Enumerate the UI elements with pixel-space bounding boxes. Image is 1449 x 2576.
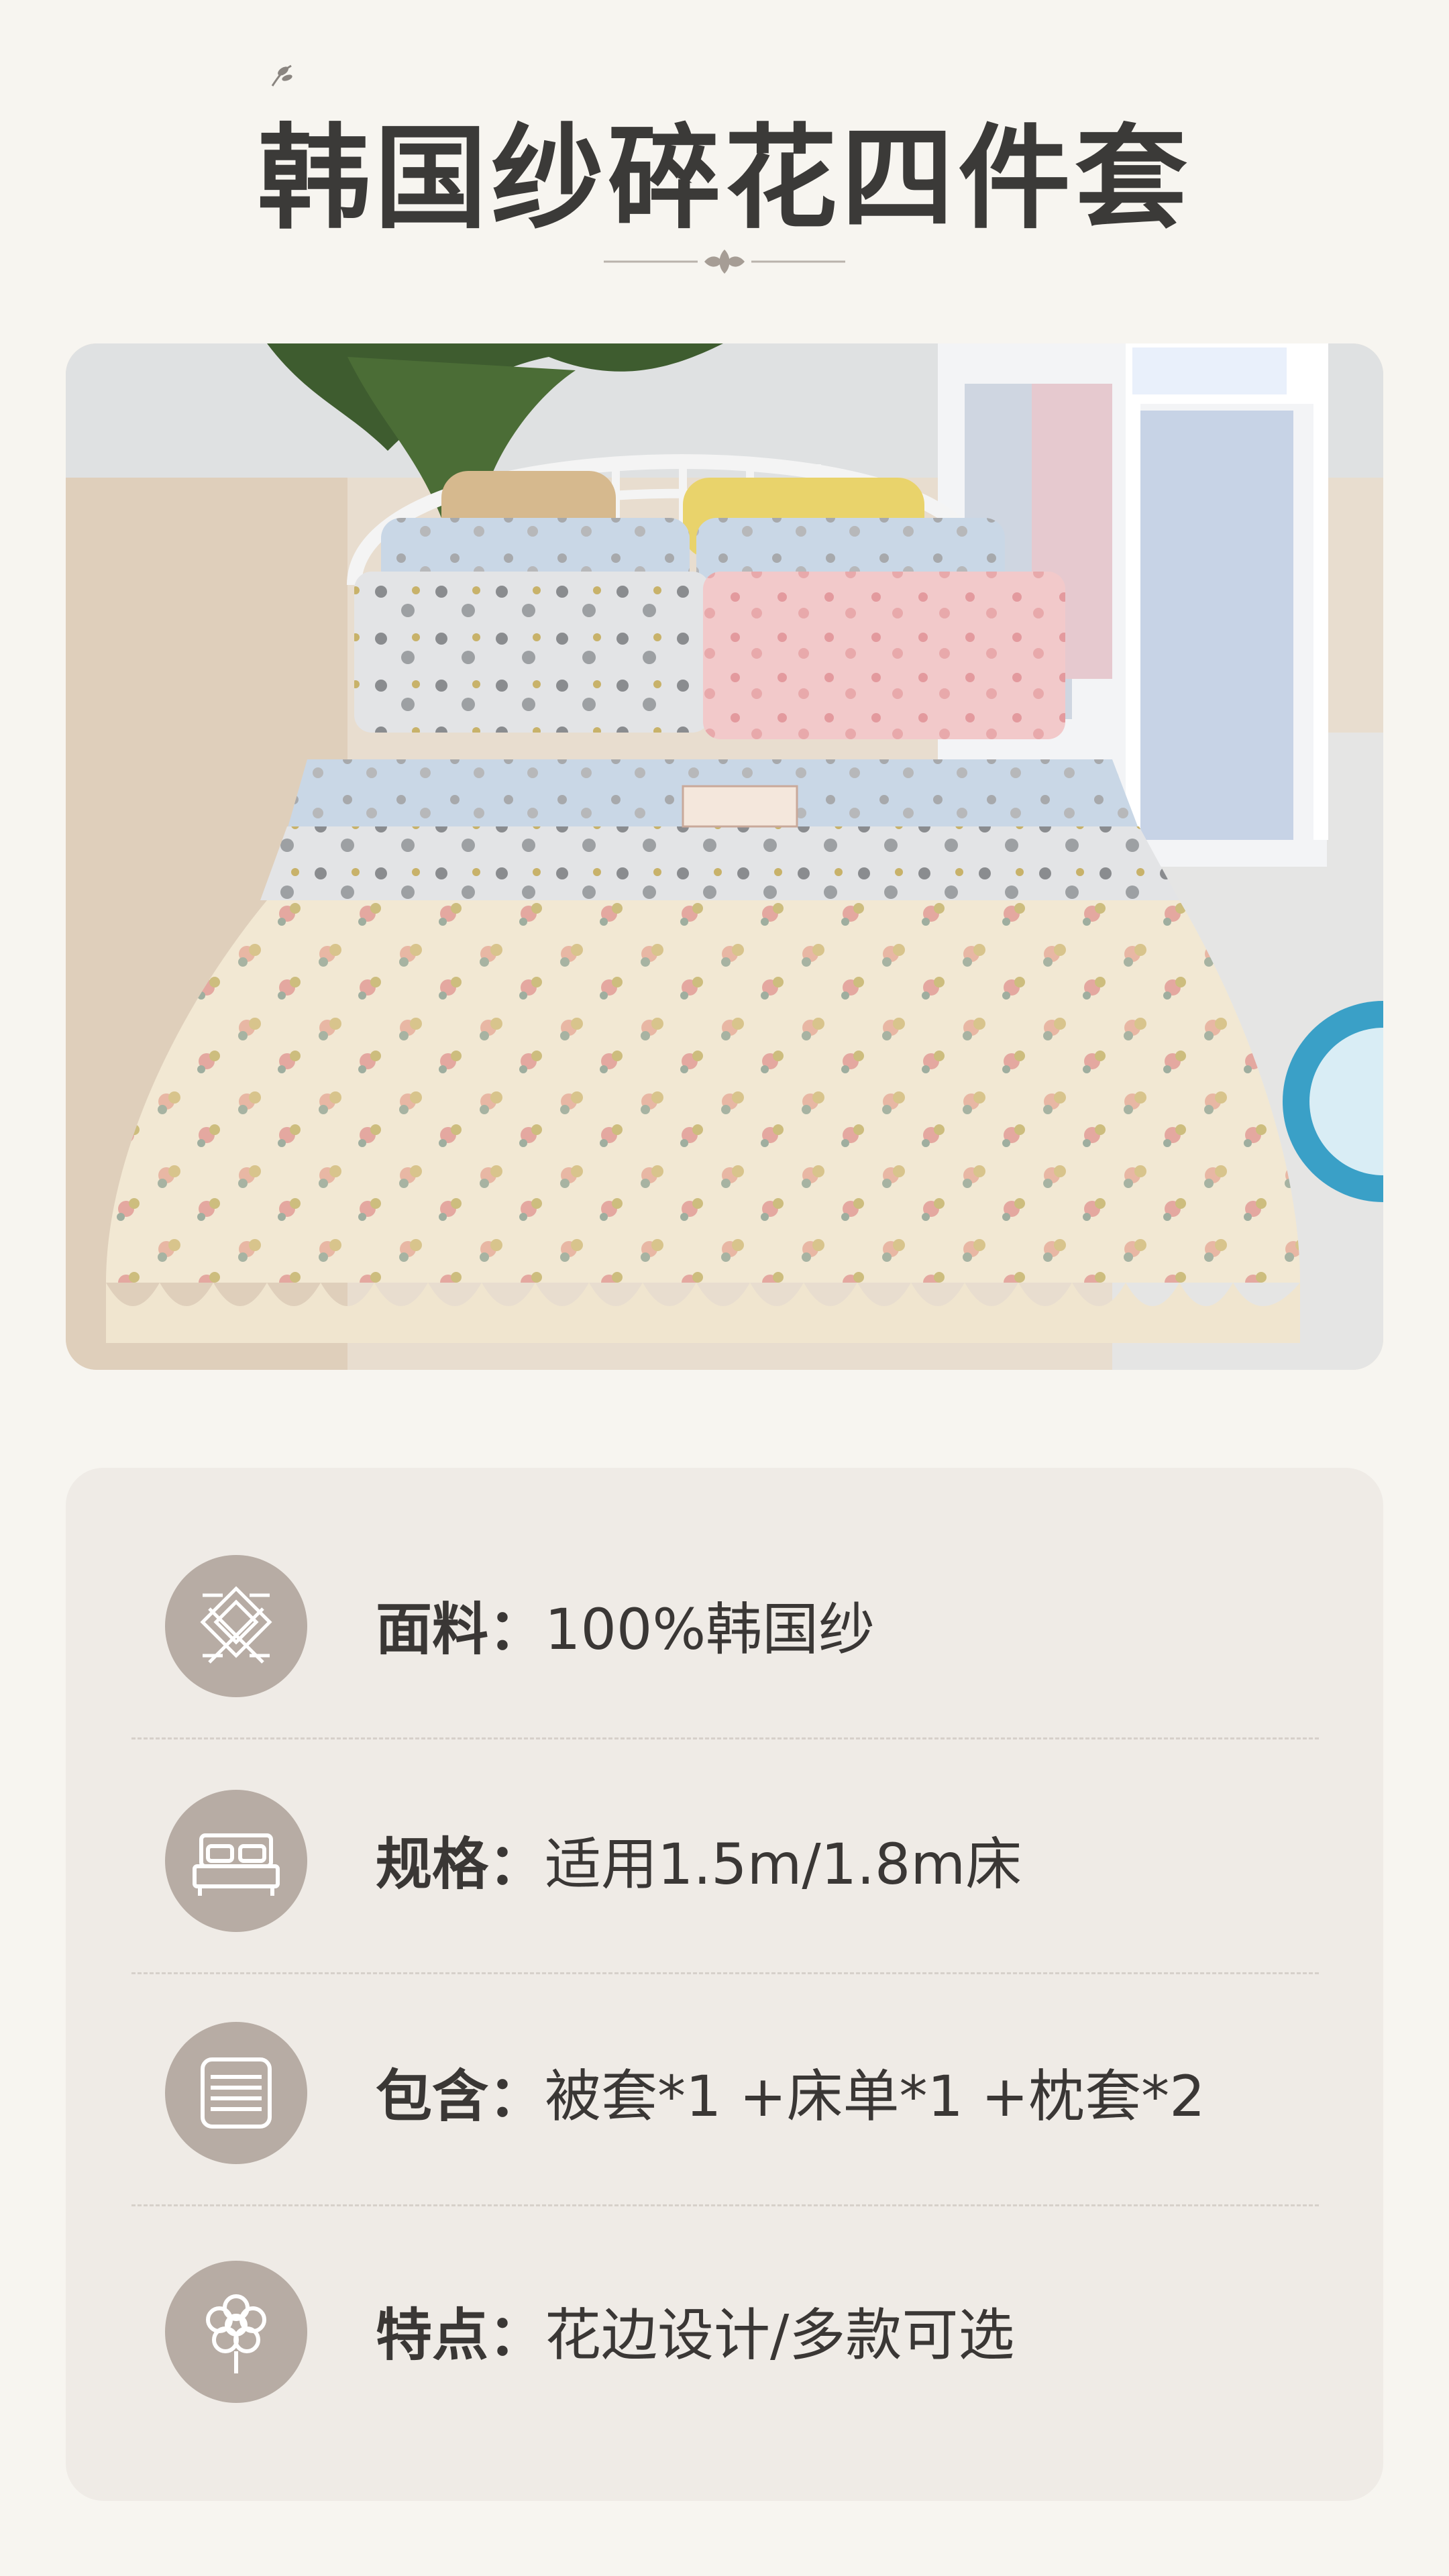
header: 韩国纱碎花四件套: [0, 40, 1449, 322]
spec-label: 包含：: [376, 2063, 545, 2129]
spec-row-size: 规格： 适用1.5m/1.8m床: [66, 1786, 1383, 1933]
spec-text: 特点： 花边设计/多款可选: [376, 2257, 1014, 2404]
row-divider: [131, 2204, 1319, 2206]
bed-icon: [165, 1790, 307, 1932]
folded-sheets-icon: [165, 2022, 307, 2164]
spec-row-includes: 包含： 被套*1 +床单*1 +枕套*2: [66, 2018, 1383, 2165]
spec-text: 面料： 100%韩国纱: [376, 1551, 875, 1699]
product-photo: [66, 343, 1383, 1370]
flower-icon: [165, 2261, 307, 2403]
spec-row-feature: 特点： 花边设计/多款可选: [66, 2257, 1383, 2404]
divider-ornament-icon: [604, 250, 845, 274]
spec-value: 适用1.5m/1.8m床: [545, 1831, 1022, 1897]
spec-value: 被套*1 +床单*1 +枕套*2: [545, 2063, 1205, 2129]
bed-photo-illustration: [66, 343, 1383, 1370]
row-divider: [131, 1737, 1319, 1739]
spec-value: 100%韩国纱: [545, 1596, 875, 1662]
leaf-ornament-icon: [271, 64, 292, 87]
spec-row-fabric: 面料： 100%韩国纱: [66, 1551, 1383, 1699]
spec-card: 面料： 100%韩国纱 规格： 适用1.5m/1.8m床 包含： 被套*1 +床…: [66, 1468, 1383, 2501]
spec-value: 花边设计/多款可选: [545, 2302, 1015, 2368]
spec-text: 包含： 被套*1 +床单*1 +枕套*2: [376, 2018, 1205, 2165]
spec-label: 规格：: [376, 1831, 545, 1897]
spec-text: 规格： 适用1.5m/1.8m床: [376, 1786, 1022, 1933]
row-divider: [131, 1972, 1319, 1974]
fabric-pattern-icon: [165, 1555, 307, 1697]
spec-label: 面料：: [376, 1596, 545, 1662]
spec-label: 特点：: [376, 2302, 545, 2368]
page-title: 韩国纱碎花四件套: [258, 111, 1191, 244]
